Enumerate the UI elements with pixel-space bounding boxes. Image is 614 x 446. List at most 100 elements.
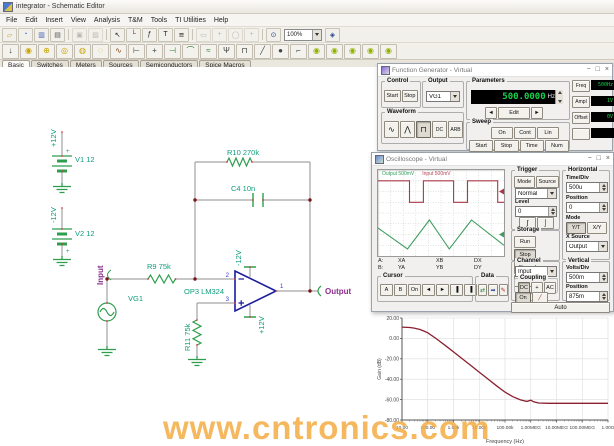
ohmmeter-icon[interactable]: ◉ — [380, 44, 397, 59]
volts-div-spinner[interactable]: 500m — [566, 272, 608, 283]
param-prev-button[interactable]: ◄ — [485, 107, 497, 119]
potentiometer-icon[interactable]: ⊢ — [128, 44, 145, 59]
x-source-select[interactable]: Output — [566, 241, 608, 252]
connector-icon[interactable]: ⌐ — [290, 44, 307, 59]
current-source-icon[interactable]: ◎ — [56, 44, 73, 59]
rect-select-icon[interactable]: ▭ — [196, 28, 211, 42]
minimize-button[interactable]: − — [588, 154, 592, 164]
transformer-icon[interactable]: Ψ — [218, 44, 235, 59]
close-button[interactable]: × — [605, 65, 609, 75]
close-button[interactable]: × — [606, 154, 610, 164]
battery-icon[interactable]: ◉ — [20, 44, 37, 59]
pan-icon[interactable]: + — [244, 28, 259, 42]
paste-icon[interactable]: ▨ — [88, 28, 103, 42]
yt-mode-button[interactable]: Y/T — [566, 222, 586, 234]
zoom-in-icon[interactable]: + — [212, 28, 227, 42]
wire-tool-icon[interactable]: └ — [126, 28, 141, 42]
dc-button[interactable]: DC — [432, 121, 447, 138]
save-data-button[interactable]: ➡ — [488, 284, 497, 296]
fg-stop-button[interactable]: Stop — [402, 90, 419, 102]
coupled-coils-icon[interactable]: ≈ — [200, 44, 217, 59]
capacitor-icon[interactable]: ⊣ — [164, 44, 181, 59]
trigger-source-button[interactable]: Source — [536, 176, 559, 188]
run-button[interactable]: Run — [514, 236, 536, 248]
open-icon[interactable]: ▱ — [2, 28, 17, 42]
sweep-lin-button[interactable]: Lin — [537, 127, 559, 139]
save-icon[interactable]: ▥ — [34, 28, 49, 42]
triangle-wave-button[interactable]: ⋀ — [400, 121, 415, 138]
auto-button[interactable]: Auto — [511, 302, 610, 313]
voltage-source-icon[interactable]: ⊕ — [38, 44, 55, 59]
sweep-num-button[interactable]: Num — [545, 140, 569, 152]
trigger-level-spinner[interactable]: 0 — [515, 206, 557, 217]
maximize-button[interactable]: □ — [596, 65, 600, 75]
sweep-time-button[interactable]: Time — [520, 140, 544, 152]
fg-start-button[interactable]: Start — [384, 90, 401, 102]
square-wave-button[interactable]: ⊓ — [416, 121, 431, 138]
sweep-on-button[interactable]: On — [491, 127, 513, 139]
menu-ti-utilities[interactable]: TI Utilities — [171, 17, 210, 24]
sweep-stop-button[interactable]: Stop — [494, 140, 518, 152]
cursor-a-button[interactable]: A — [380, 284, 393, 296]
chevron-down-icon[interactable] — [547, 189, 556, 198]
menu-view[interactable]: View — [67, 17, 90, 24]
trigger-mode-select[interactable]: Normal — [515, 188, 557, 199]
select-arrow-icon[interactable]: ↖ — [110, 28, 125, 42]
menu-tools[interactable]: Tools — [147, 17, 171, 24]
chevron-down-icon[interactable] — [598, 242, 607, 251]
current-generator-icon[interactable]: ◌ — [92, 44, 109, 59]
sweep-cont-button[interactable]: Cont — [514, 127, 536, 139]
switch-icon[interactable]: ╱ — [254, 44, 271, 59]
equation-tool-icon[interactable]: ≌ — [174, 28, 189, 42]
export-data-button[interactable]: ⇄ — [478, 284, 487, 296]
sweep-start-button[interactable]: Start — [469, 140, 493, 152]
trimmer-icon[interactable]: + — [146, 44, 163, 59]
resistor-icon[interactable]: ∿ — [110, 44, 127, 59]
voltmeter-icon[interactable]: ◉ — [326, 44, 343, 59]
menu-analysis[interactable]: Analysis — [90, 17, 124, 24]
cursor-b-button[interactable]: B — [394, 284, 407, 296]
voltage-generator-icon[interactable]: ◍ — [74, 44, 91, 59]
cursor-left-button[interactable]: ◄ — [422, 284, 435, 296]
frequency-spinner[interactable] — [555, 90, 563, 104]
menu-file[interactable]: File — [2, 17, 21, 24]
param-edit-button[interactable]: Edit — [498, 107, 530, 119]
param-next-button[interactable]: ► — [531, 107, 543, 119]
menu-insert[interactable]: Insert — [41, 17, 67, 24]
inductor-icon[interactable]: ⌒ — [182, 44, 199, 59]
v-position-spinner[interactable]: 875m — [566, 291, 608, 302]
cursor-first-button[interactable]: ▐ — [450, 284, 463, 296]
import-icon[interactable]: ◔ — [18, 28, 33, 42]
time-div-spinner[interactable]: 500u — [566, 182, 608, 193]
chevron-down-icon[interactable] — [547, 267, 556, 276]
menu-edit[interactable]: Edit — [21, 17, 41, 24]
sine-wave-button[interactable]: ∿ — [384, 121, 399, 138]
magnifier-icon[interactable]: ⊙ — [266, 28, 281, 42]
cursor-on-button[interactable]: On — [408, 284, 421, 296]
copy-icon[interactable]: ▣ — [72, 28, 87, 42]
ammeter-icon[interactable]: ◉ — [344, 44, 361, 59]
menu-tm[interactable]: T&M — [124, 17, 147, 24]
h-position-spinner[interactable]: 0 — [566, 202, 608, 213]
text-tool-icon[interactable]: T — [158, 28, 173, 42]
voltage-pin-icon[interactable]: ◉ — [308, 44, 325, 59]
pushbutton-icon[interactable]: ● — [272, 44, 289, 59]
minimize-button[interactable]: − — [587, 65, 591, 75]
maximize-button[interactable]: □ — [597, 154, 601, 164]
trigger-mode-button[interactable]: Mode — [514, 176, 535, 188]
wattmeter-icon[interactable]: ◉ — [362, 44, 379, 59]
zoom-level-combo[interactable]: 100% — [284, 29, 322, 41]
cursor-right-button[interactable]: ► — [436, 284, 449, 296]
xy-mode-button[interactable]: X/Y — [587, 222, 607, 234]
fg-output-select[interactable]: VG1 — [426, 91, 460, 102]
interactive-mode-icon[interactable]: ◈ — [325, 28, 340, 42]
chevron-down-icon[interactable] — [450, 92, 459, 101]
zoom-out-icon[interactable]: ◯ — [228, 28, 243, 42]
relay-icon[interactable]: ⊓ — [236, 44, 253, 59]
chevron-down-icon[interactable] — [312, 30, 321, 40]
arb-button[interactable]: ARB — [448, 121, 463, 138]
function-tool-icon[interactable]: ƒ — [142, 28, 157, 42]
edit-data-button[interactable]: ✎ — [499, 284, 508, 296]
ground-icon[interactable]: ↓ — [2, 44, 19, 59]
print-icon[interactable]: ▤ — [50, 28, 65, 42]
